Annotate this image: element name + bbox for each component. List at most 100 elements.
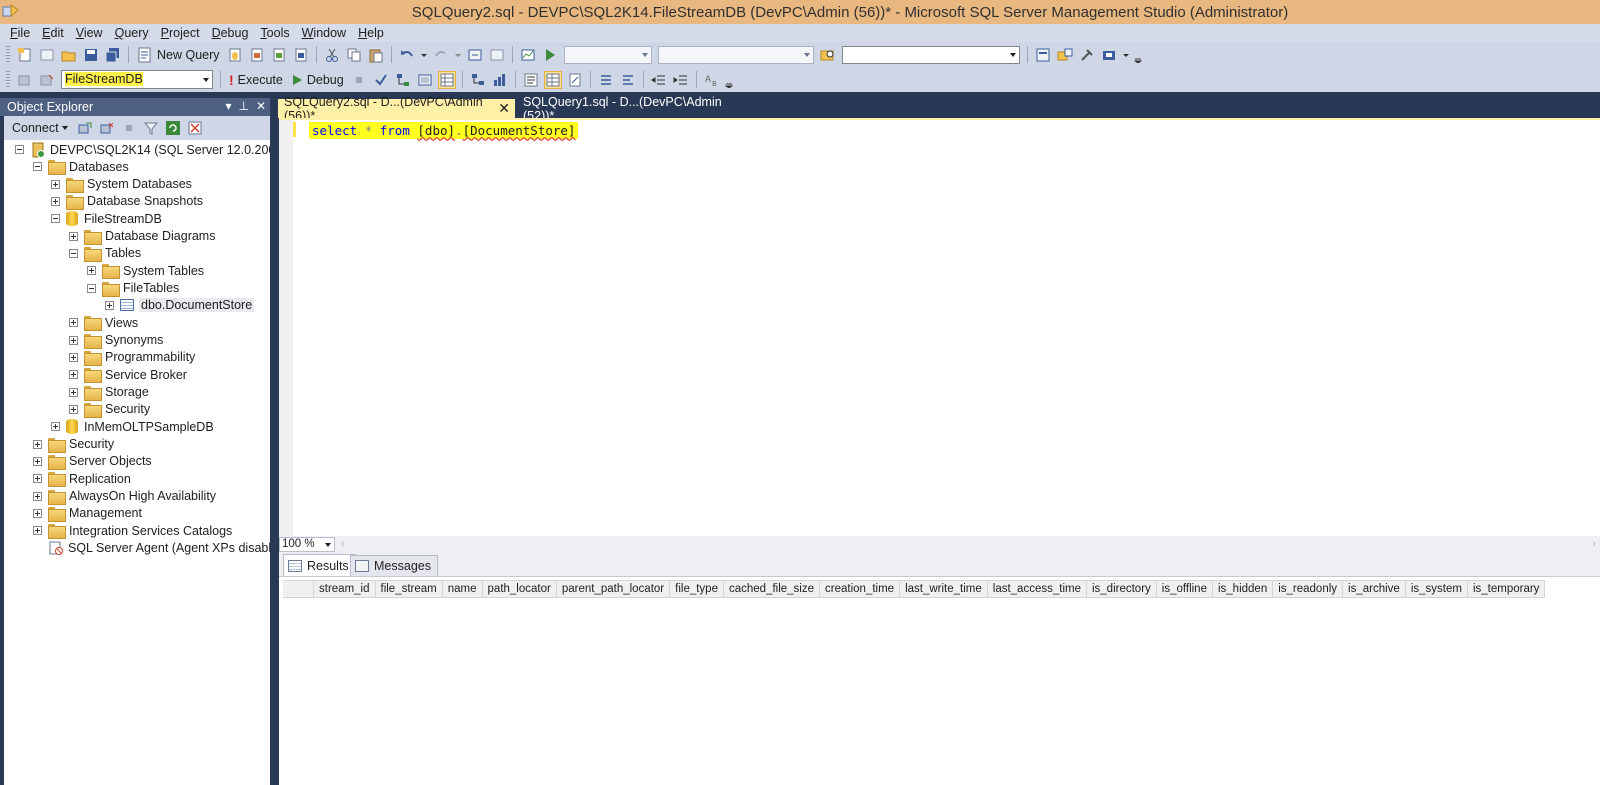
- toolbar-grip[interactable]: [6, 71, 10, 88]
- expand-plus-icon[interactable]: [33, 456, 42, 466]
- tree-node[interactable]: InMemOLTPSampleDB: [51, 418, 214, 435]
- tab-sqlquery2[interactable]: SQLQuery2.sql - D...(DevPC\Admin (56))* …: [278, 95, 515, 123]
- undo-dropdown-icon[interactable]: [420, 46, 428, 64]
- paste-icon[interactable]: [367, 46, 385, 64]
- connect-icon[interactable]: [16, 71, 34, 89]
- tree-node[interactable]: AlwaysOn High Availability: [33, 488, 216, 505]
- tree-node[interactable]: Databases: [33, 158, 129, 176]
- start-debugging-icon[interactable]: [541, 46, 559, 64]
- scroll-left-icon[interactable]: ‹: [341, 538, 345, 550]
- panel-splitter[interactable]: [270, 98, 275, 785]
- copy-icon[interactable]: [345, 46, 363, 64]
- tree-node[interactable]: Replication: [33, 470, 131, 488]
- object-explorer-icon[interactable]: [1056, 46, 1074, 64]
- solution-configuration-combo[interactable]: [563, 45, 652, 64]
- expand-plus-icon[interactable]: [69, 370, 78, 380]
- open-file-icon[interactable]: [60, 46, 78, 64]
- display-estimated-plan-icon[interactable]: [394, 71, 412, 89]
- toolbar-options-dropdown-icon[interactable]: [1122, 46, 1130, 64]
- expand-plus-icon[interactable]: [33, 526, 42, 536]
- find-in-files-icon[interactable]: [819, 46, 837, 64]
- expand-plus-icon[interactable]: [51, 422, 60, 432]
- activity-monitor-icon[interactable]: [519, 46, 537, 64]
- tree-node[interactable]: Server Objects: [33, 453, 152, 470]
- toolbox-icon[interactable]: [1100, 46, 1118, 64]
- auto-hide-pin-icon[interactable]: ⊥: [238, 99, 248, 113]
- expand-plus-icon[interactable]: [33, 491, 42, 501]
- cancel-query-icon[interactable]: [350, 71, 368, 89]
- tab-results[interactable]: Results: [283, 554, 356, 576]
- save-all-icon[interactable]: [104, 46, 122, 64]
- expand-plus-icon[interactable]: [69, 352, 78, 362]
- tree-node[interactable]: FileTables: [87, 280, 179, 297]
- menu-item-file[interactable]: File: [4, 26, 36, 40]
- undo-icon[interactable]: [398, 46, 416, 64]
- close-tab-icon[interactable]: ✕: [498, 100, 510, 117]
- column-header-is-temporary[interactable]: is_temporary: [1467, 581, 1546, 598]
- expand-plus-icon[interactable]: [33, 474, 42, 484]
- collapse-minus-icon[interactable]: [15, 145, 24, 154]
- decrease-indent-icon[interactable]: [650, 71, 668, 89]
- analysis-mdx-query-icon[interactable]: [248, 46, 266, 64]
- tree-node[interactable]: Security: [33, 436, 114, 453]
- analysis-xmla-query-icon[interactable]: [292, 46, 310, 64]
- expand-plus-icon[interactable]: [69, 404, 78, 414]
- expand-plus-icon[interactable]: [69, 231, 78, 241]
- collapse-minus-icon[interactable]: [69, 248, 78, 258]
- cut-icon[interactable]: [323, 46, 341, 64]
- tree-node[interactable]: Views: [69, 314, 138, 332]
- window-position-dropdown-icon[interactable]: ▾: [225, 99, 231, 113]
- properties-window-icon[interactable]: [1078, 46, 1096, 64]
- tree-node[interactable]: Tables: [69, 245, 141, 262]
- scroll-right-icon[interactable]: ›: [1592, 538, 1596, 550]
- column-header-file-stream[interactable]: file_stream: [375, 581, 443, 598]
- column-header-is-system[interactable]: is_system: [1405, 581, 1468, 598]
- column-header-last-write-time[interactable]: last_write_time: [900, 581, 988, 598]
- column-header-is-archive[interactable]: is_archive: [1343, 581, 1406, 598]
- column-header-file-type[interactable]: file_type: [670, 581, 724, 598]
- menu-item-view[interactable]: View: [70, 26, 109, 40]
- tree-node[interactable]: Database Snapshots: [51, 193, 203, 210]
- results-to-text-icon[interactable]: [522, 71, 540, 89]
- change-connection-icon[interactable]: [38, 71, 56, 89]
- column-header-cached-file-size[interactable]: cached_file_size: [723, 581, 821, 598]
- tree-node[interactable]: System Tables: [87, 262, 204, 280]
- navigate-backward-icon[interactable]: [466, 46, 484, 64]
- menu-item-help[interactable]: Help: [352, 26, 390, 40]
- redo-dropdown-icon[interactable]: [454, 46, 462, 64]
- include-actual-plan-icon[interactable]: [469, 71, 487, 89]
- activity-monitor-oe-icon[interactable]: [186, 119, 204, 137]
- execute-button[interactable]: ! Execute: [229, 72, 283, 88]
- tree-node[interactable]: System Databases: [51, 176, 192, 193]
- connect-dropdown-button[interactable]: Connect: [12, 121, 68, 135]
- tree-node[interactable]: Security: [69, 401, 150, 418]
- column-header-stream-id[interactable]: stream_id: [314, 581, 376, 598]
- results-grid[interactable]: stream_id file_stream name path_locator pare…: [279, 577, 1600, 785]
- tree-node[interactable]: Management: [33, 505, 142, 522]
- collapse-minus-icon[interactable]: [33, 162, 42, 172]
- filter-icon[interactable]: [142, 119, 160, 137]
- available-databases-combo[interactable]: FileStreamDB: [61, 70, 213, 89]
- menu-item-debug[interactable]: Debug: [206, 26, 255, 40]
- new-query-button[interactable]: New Query: [137, 47, 220, 63]
- tab-messages[interactable]: Messages: [350, 555, 438, 576]
- results-to-file-icon[interactable]: [566, 71, 584, 89]
- debug-button[interactable]: Debug: [291, 73, 344, 87]
- query-editor[interactable]: select * from [dbo]. [DocumentStore]: [279, 118, 1600, 536]
- tree-node[interactable]: SQL Server Agent (Agent XPs disabled): [33, 540, 270, 557]
- tree-node[interactable]: Database Diagrams: [69, 228, 215, 245]
- tree-node[interactable]: Storage: [69, 384, 149, 401]
- database-engine-query-icon[interactable]: [226, 46, 244, 64]
- menu-item-query[interactable]: Query: [109, 26, 155, 40]
- expand-plus-icon[interactable]: [69, 318, 78, 328]
- expand-plus-icon[interactable]: [33, 439, 42, 449]
- stop-icon[interactable]: [120, 119, 138, 137]
- increase-indent-icon[interactable]: [672, 71, 690, 89]
- menu-item-window[interactable]: Window: [296, 26, 352, 40]
- toolbar-grip[interactable]: [6, 46, 10, 63]
- column-header-last-access-time[interactable]: last_access_time: [987, 581, 1087, 598]
- close-panel-icon[interactable]: ✕: [256, 99, 266, 113]
- specify-template-values-icon[interactable]: AB: [703, 71, 721, 89]
- tree-node[interactable]: dbo.DocumentStore: [105, 297, 255, 314]
- find-combo[interactable]: [841, 45, 1020, 64]
